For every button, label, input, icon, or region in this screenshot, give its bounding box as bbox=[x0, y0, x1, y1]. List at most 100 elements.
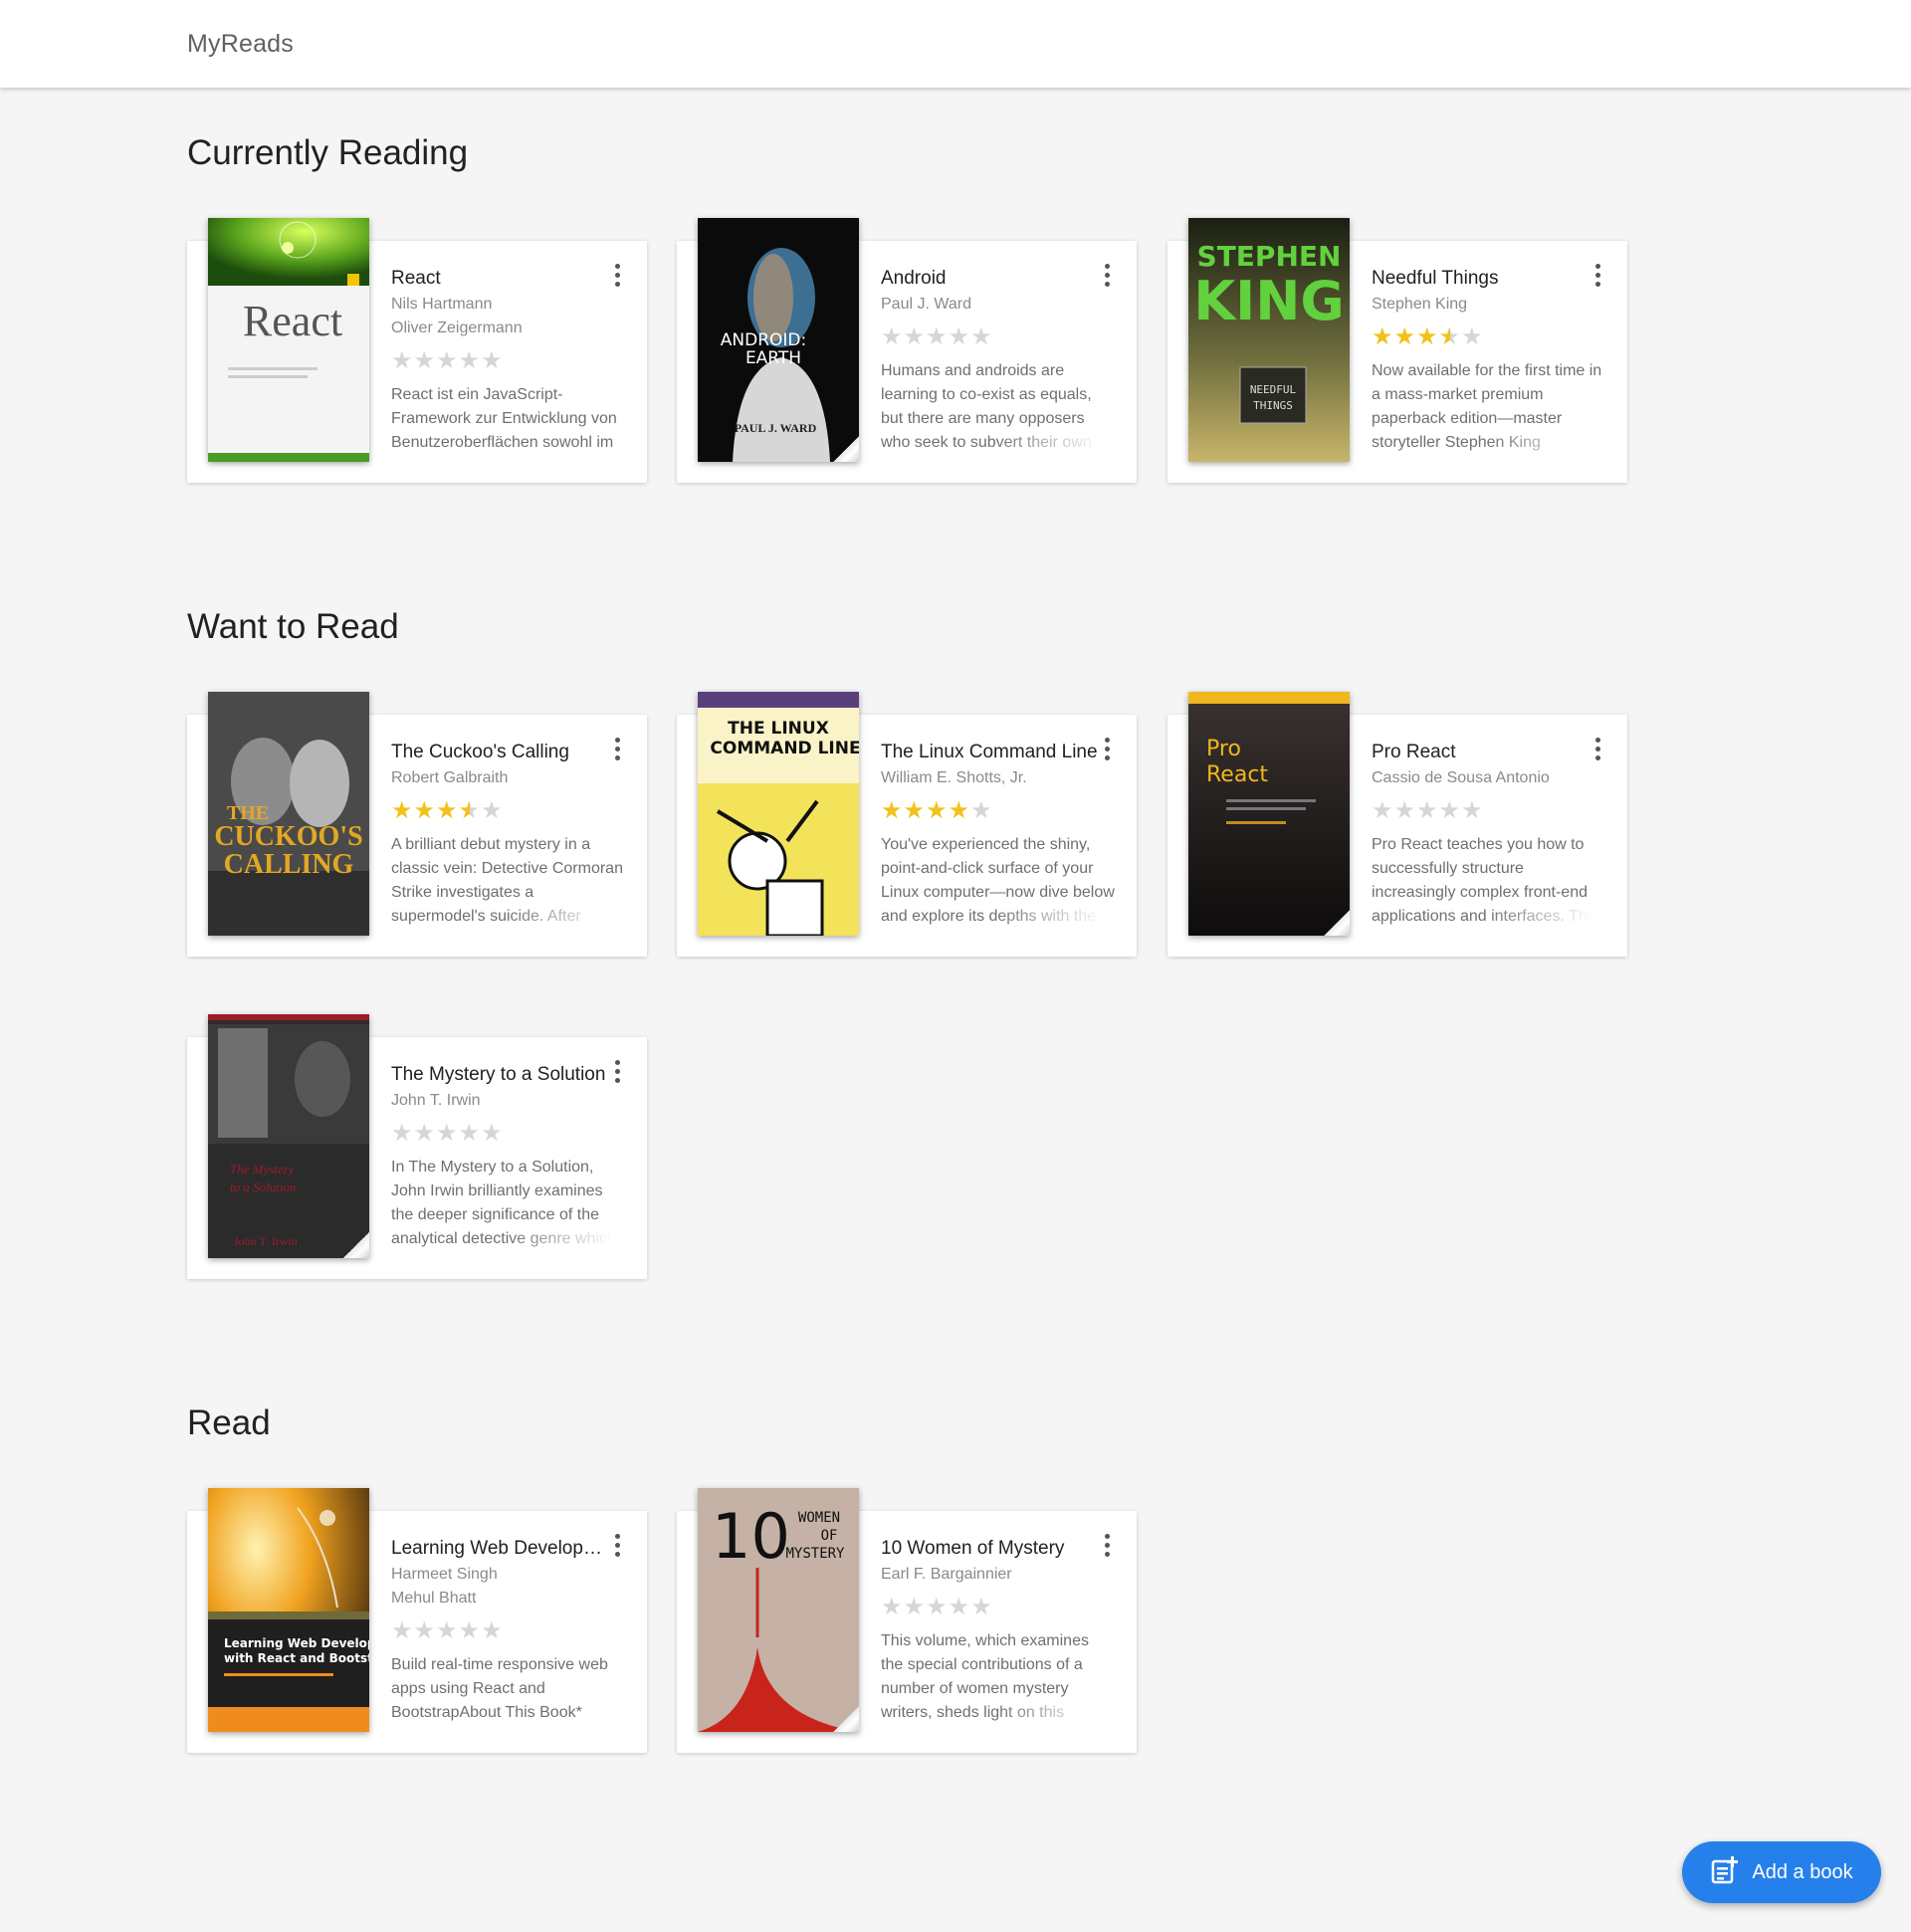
star-icon[interactable]: ★ bbox=[414, 1617, 437, 1644]
book-cover[interactable]: Pro React bbox=[1188, 692, 1350, 936]
rating-stars[interactable]: ★★★★★ bbox=[881, 1594, 1115, 1621]
star-icon[interactable]: ★ bbox=[970, 797, 993, 824]
star-icon[interactable]: ★ bbox=[436, 347, 459, 374]
more-options-button[interactable] bbox=[605, 1533, 629, 1557]
page-curl bbox=[833, 1706, 859, 1732]
star-icon[interactable]: ★ bbox=[436, 1617, 459, 1644]
rating-stars[interactable]: ★★★★★ bbox=[391, 347, 625, 375]
star-icon[interactable]: ★ bbox=[1416, 323, 1439, 350]
star-icon[interactable]: ★ bbox=[904, 323, 927, 350]
star-icon[interactable]: ★ bbox=[1394, 323, 1417, 350]
book-card[interactable]: Pro React Pro React Cassio de Sousa Anto… bbox=[1168, 692, 1627, 957]
star-icon[interactable]: ★ bbox=[1439, 797, 1462, 824]
app-title: MyReads bbox=[187, 30, 294, 58]
star-icon[interactable]: ★ bbox=[904, 797, 927, 824]
star-icon[interactable]: ★ bbox=[949, 323, 971, 350]
cover-title-text: THINGS bbox=[1253, 399, 1293, 412]
book-cover[interactable]: ANDROID: EARTH PAUL J. WARD bbox=[698, 218, 859, 462]
more-options-button[interactable] bbox=[1586, 263, 1609, 287]
book-author: Nils Hartmann bbox=[391, 296, 493, 313]
more-options-button[interactable] bbox=[1095, 263, 1119, 287]
star-icon[interactable]: ★ bbox=[1394, 797, 1417, 824]
star-icon[interactable]: ★ bbox=[436, 1120, 459, 1147]
more-options-button[interactable] bbox=[1095, 1533, 1119, 1557]
star-icon[interactable]: ★ bbox=[391, 1120, 414, 1147]
book-title: Pro React bbox=[1372, 742, 1456, 762]
star-icon[interactable]: ★ bbox=[1372, 797, 1394, 824]
rating-stars[interactable]: ★★★★★ bbox=[1372, 323, 1605, 351]
star-icon[interactable]: ★ bbox=[481, 797, 504, 824]
star-icon[interactable]: ★ bbox=[459, 1120, 482, 1147]
book-cover[interactable]: Learning Web Developm with React and Boo… bbox=[208, 1488, 369, 1732]
add-book-button[interactable]: Add a book bbox=[1682, 1841, 1881, 1903]
rating-stars[interactable]: ★★★★★ bbox=[391, 1617, 625, 1645]
book-cover[interactable]: STEPHEN KING NEEDFUL THINGS bbox=[1188, 218, 1350, 462]
more-options-button[interactable] bbox=[605, 1059, 629, 1083]
star-icon[interactable]: ★ bbox=[459, 1617, 482, 1644]
star-icon[interactable]: ★ bbox=[926, 1594, 949, 1620]
add-book-label: Add a book bbox=[1752, 1860, 1853, 1883]
book-card[interactable]: 10 WOMEN OF MYSTERY 10 Women of Mystery … bbox=[677, 1488, 1137, 1753]
cover-title-text: WOMEN bbox=[798, 1510, 840, 1526]
book-card[interactable]: THE CUCKOO'S CALLING The Cuckoo's Callin… bbox=[187, 692, 647, 957]
book-card[interactable]: React React Nils Hartmann Oliver Zeigerm… bbox=[187, 218, 647, 483]
star-icon[interactable]: ★ bbox=[459, 347, 482, 374]
book-cover[interactable]: THE CUCKOO'S CALLING bbox=[208, 692, 369, 936]
star-icon[interactable]: ★ bbox=[904, 1594, 927, 1620]
star-icon[interactable]: ★ bbox=[1439, 323, 1462, 350]
book-cover[interactable]: THE LINUX COMMAND LINE bbox=[698, 692, 859, 936]
star-icon[interactable]: ★ bbox=[1461, 323, 1484, 350]
book-title: Android bbox=[881, 268, 947, 289]
star-icon[interactable]: ★ bbox=[481, 347, 504, 374]
star-icon[interactable]: ★ bbox=[481, 1617, 504, 1644]
rating-stars[interactable]: ★★★★★ bbox=[391, 1120, 625, 1148]
more-options-button[interactable] bbox=[605, 737, 629, 760]
star-icon[interactable]: ★ bbox=[949, 1594, 971, 1620]
star-icon[interactable]: ★ bbox=[481, 1120, 504, 1147]
star-icon[interactable]: ★ bbox=[881, 797, 904, 824]
star-icon[interactable]: ★ bbox=[391, 797, 414, 824]
book-card[interactable]: STEPHEN KING NEEDFUL THINGS Needful Thin… bbox=[1168, 218, 1627, 483]
rating-stars[interactable]: ★★★★★ bbox=[881, 323, 1115, 351]
star-icon[interactable]: ★ bbox=[414, 1120, 437, 1147]
book-description: React ist ein JavaScript-Framework zur E… bbox=[391, 383, 625, 479]
star-icon[interactable]: ★ bbox=[414, 347, 437, 374]
star-icon[interactable]: ★ bbox=[970, 323, 993, 350]
rating-stars[interactable]: ★★★★★ bbox=[881, 797, 1115, 825]
more-options-button[interactable] bbox=[605, 263, 629, 287]
star-icon[interactable]: ★ bbox=[1416, 797, 1439, 824]
star-icon[interactable]: ★ bbox=[459, 797, 482, 824]
book-info: The Mystery to a Solution John T. Irwin … bbox=[391, 1061, 625, 1251]
rating-stars[interactable]: ★★★★★ bbox=[391, 797, 625, 825]
star-icon[interactable]: ★ bbox=[949, 797, 971, 824]
star-icon[interactable]: ★ bbox=[1461, 797, 1484, 824]
book-cover[interactable]: The Mystery to a Solution John T. Irwin bbox=[208, 1014, 369, 1258]
star-icon[interactable]: ★ bbox=[436, 797, 459, 824]
page-curl bbox=[833, 436, 859, 462]
book-card[interactable]: The Mystery to a Solution John T. Irwin … bbox=[187, 1014, 647, 1279]
book-card[interactable]: ANDROID: EARTH PAUL J. WARD Android Paul… bbox=[677, 218, 1137, 483]
star-icon[interactable]: ★ bbox=[926, 797, 949, 824]
more-options-button[interactable] bbox=[1586, 737, 1609, 760]
book-author: Stephen King bbox=[1372, 296, 1468, 313]
cover-title-text: to a Solution bbox=[230, 1180, 296, 1194]
book-info: The Cuckoo's Calling Robert Galbraith ★★… bbox=[391, 739, 625, 929]
cover-author-text: STEPHEN bbox=[1197, 240, 1342, 273]
star-icon[interactable]: ★ bbox=[926, 323, 949, 350]
cover-title-text: NEEDFUL bbox=[1250, 383, 1297, 396]
book-cover[interactable]: 10 WOMEN OF MYSTERY bbox=[698, 1488, 859, 1732]
star-icon[interactable]: ★ bbox=[881, 1594, 904, 1620]
star-icon[interactable]: ★ bbox=[881, 323, 904, 350]
book-cover[interactable]: React bbox=[208, 218, 369, 462]
more-options-button[interactable] bbox=[1095, 737, 1119, 760]
book-title: The Linux Command Line bbox=[881, 742, 1098, 762]
star-icon[interactable]: ★ bbox=[1372, 323, 1394, 350]
book-card[interactable]: Learning Web Developm with React and Boo… bbox=[187, 1488, 647, 1753]
rating-stars[interactable]: ★★★★★ bbox=[1372, 797, 1605, 825]
star-icon[interactable]: ★ bbox=[391, 347, 414, 374]
star-icon[interactable]: ★ bbox=[970, 1594, 993, 1620]
book-card[interactable]: THE LINUX COMMAND LINE The Linux Command… bbox=[677, 692, 1137, 957]
book-info: Learning Web Development with React and … bbox=[391, 1535, 625, 1749]
star-icon[interactable]: ★ bbox=[391, 1617, 414, 1644]
star-icon[interactable]: ★ bbox=[414, 797, 437, 824]
